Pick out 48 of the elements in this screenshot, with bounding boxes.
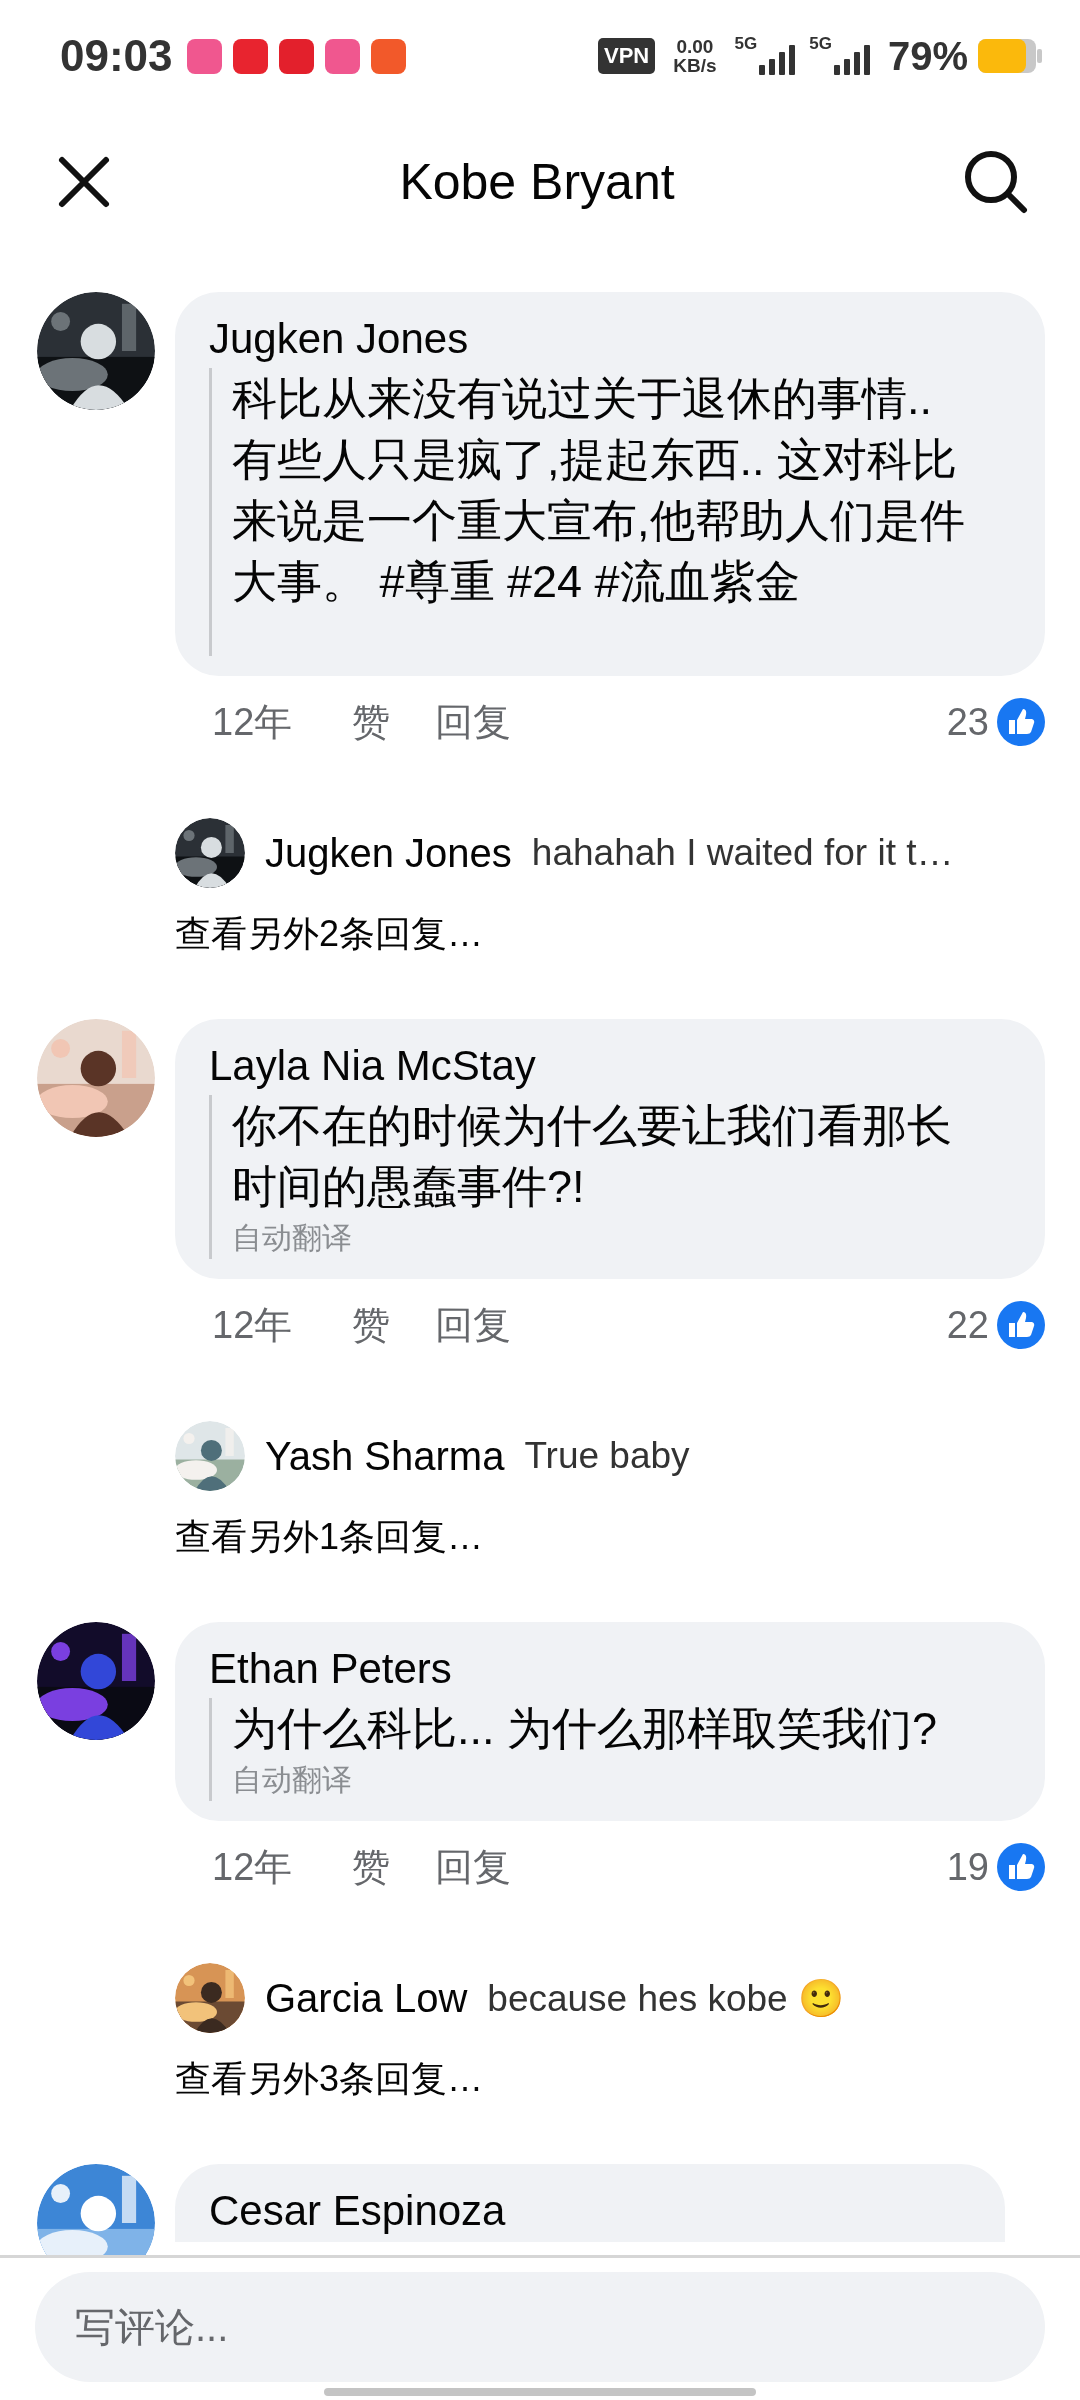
vpn-indicator: VPN [598,38,656,74]
app-icon [278,38,314,74]
network-type: 5G [809,35,832,52]
reply-author[interactable]: Yash Sharma [265,1433,505,1479]
clock: 09:03 [60,31,173,81]
author-name[interactable]: Cesar Espinoza [209,2186,949,2236]
speed-unit: KB/s [673,56,717,75]
app-icon [186,38,222,74]
speed-value: 0.00 [676,37,714,56]
app-icon [370,38,406,74]
reply-author[interactable]: Jugken Jones [265,830,512,876]
author-name[interactable]: Ethan Peters [209,1644,989,1694]
app-icon [232,38,268,74]
comment-time: 12年 [212,699,293,745]
comment-text: 你不在的时候为什么要让我们看那长时间的愚蠢事件?! [232,1099,953,1214]
thumbs-up-icon [997,1301,1045,1349]
like-button[interactable]: 赞 [352,696,391,748]
reply-text: hahahah I waited for it t… [531,832,954,874]
like-button[interactable]: 赞 [352,1841,391,1893]
reply-button[interactable]: 回复 [435,696,512,748]
like-count: 19 [946,1845,989,1889]
comment-time: 12年 [212,1844,293,1890]
comment-time: 12年 [212,1302,293,1348]
like-button[interactable]: 赞 [352,1299,391,1351]
reply-button[interactable]: 回复 [435,1841,512,1893]
reply-author[interactable]: Garcia Low [265,1975,468,2021]
view-more-replies-link[interactable]: 查看另外1条回复… [37,1491,1045,1622]
thumbs-up-icon [997,1843,1045,1891]
app-icon [324,38,360,74]
network-type: 5G [734,35,758,52]
reply-button[interactable]: 回复 [435,1299,512,1351]
battery-icon [978,39,1042,73]
view-more-replies-link[interactable]: 查看另外3条回复… [37,2033,1045,2164]
comment-text: 为什么科比... 为什么那样取笑我们? [232,1702,939,1756]
page-title: Kobe Bryant [399,153,675,211]
author-name[interactable]: Layla Nia McStay [209,1041,989,1091]
reply-text: True baby [524,1435,690,1477]
like-count: 23 [946,700,989,744]
author-name[interactable]: Jugken Jones [209,314,989,364]
reply-text: because hes kobe 🙂 [487,1976,844,2020]
like-count: 22 [946,1303,989,1347]
thumbs-up-icon [997,698,1045,746]
close-button[interactable] [56,154,112,210]
comment-input[interactable]: 写评论... [35,2272,1045,2382]
view-more-replies-link[interactable]: 查看另外2条回复… [37,888,1045,1019]
comment-text: 科比从来没有说过关于退休的事情.. 有些人只是疯了,提起东西.. 这对科比来说是一个重大宣布,他帮助人们是件大事。 #尊重 #24 #流血紫金 [232,372,966,609]
search-button[interactable] [962,148,1030,216]
battery-percent: 79% [887,33,968,79]
